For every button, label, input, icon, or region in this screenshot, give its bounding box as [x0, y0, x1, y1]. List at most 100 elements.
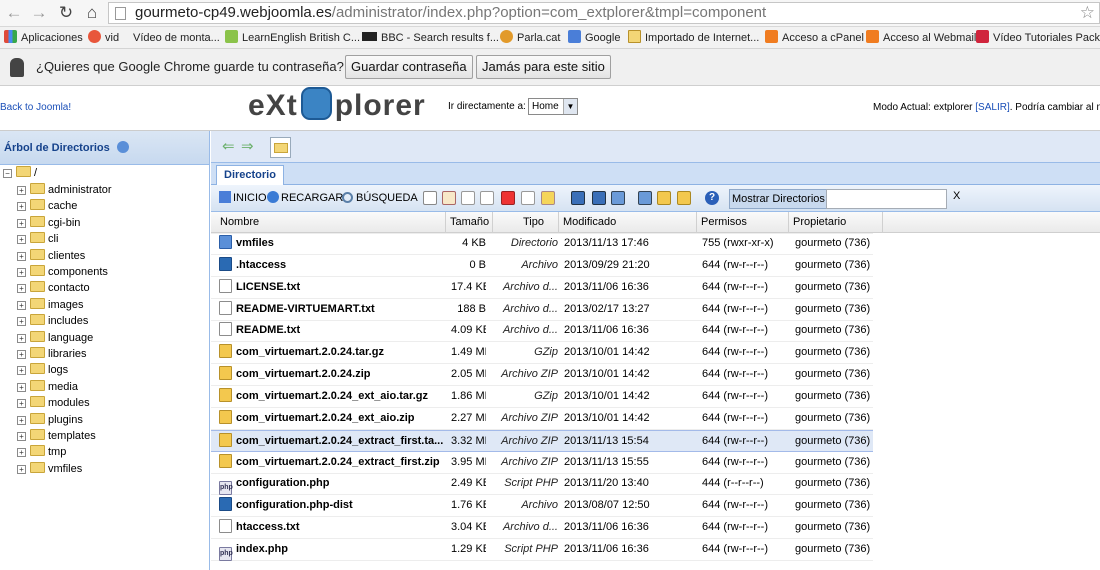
- expand-icon[interactable]: +: [17, 218, 26, 228]
- address-bar[interactable]: gourmeto-cp49.webjoomla.es/administrator…: [108, 2, 1100, 24]
- table-row[interactable]: configuration.php-dist 1.76 KB Archivo 2013…: [211, 495, 873, 518]
- expand-icon[interactable]: +: [17, 350, 26, 359]
- chmod-icon[interactable]: [541, 191, 555, 205]
- extract-icon[interactable]: [677, 191, 691, 205]
- edit-icon[interactable]: [442, 191, 456, 205]
- expand-icon[interactable]: +: [17, 284, 26, 294]
- upload-icon[interactable]: [638, 191, 652, 205]
- file-name[interactable]: LICENSE.txt: [236, 281, 300, 293]
- bookmark-google[interactable]: Google: [568, 30, 620, 46]
- file-name[interactable]: .htaccess: [236, 259, 286, 271]
- file-name[interactable]: vmfiles: [236, 237, 274, 249]
- refresh-tree-icon[interactable]: [116, 141, 129, 153]
- bookmark-learnenglish[interactable]: LearnEnglish British C...: [225, 30, 360, 46]
- file-name[interactable]: index.php: [236, 543, 288, 555]
- tree-folder[interactable]: + templates: [17, 428, 96, 444]
- table-row[interactable]: .htaccess 0 B Archivo 2013/09/29 21:20 644 (…: [211, 255, 873, 277]
- never-save-button[interactable]: Jamás para este sitio: [476, 55, 611, 79]
- table-row[interactable]: com_virtuemart.2.0.24.tar.gz 1.49 MB GZip 2…: [211, 342, 873, 365]
- column-size[interactable]: Tamaño: [446, 212, 493, 233]
- search-button[interactable]: BÚSQUEDA: [342, 190, 418, 207]
- tree-folder[interactable]: + includes: [17, 313, 88, 329]
- file-name[interactable]: com_virtuemart.2.0.24_extract_first.zip: [236, 456, 440, 468]
- bookmark-cpanel[interactable]: Acceso a cPanel: [765, 30, 864, 46]
- star-icon[interactable]: ☆: [1080, 3, 1095, 23]
- table-row[interactable]: phpindex.php 1.29 KB Script PHP 2013/11/06 …: [211, 539, 873, 561]
- tree-folder[interactable]: + cgi-bin: [17, 215, 80, 231]
- expand-icon[interactable]: +: [17, 415, 26, 425]
- view-icon[interactable]: [571, 191, 585, 205]
- expand-icon[interactable]: +: [17, 432, 26, 441]
- tree-folder[interactable]: + vmfiles: [17, 461, 82, 477]
- tree-root[interactable]: − /: [3, 165, 37, 181]
- help-icon[interactable]: ?: [705, 191, 719, 205]
- home-icon[interactable]: ⌂: [83, 4, 101, 22]
- bookmark-tutoriales[interactable]: Vídeo Tutoriales Pack ...: [976, 30, 1100, 46]
- bookmark-vid[interactable]: vid: [88, 30, 119, 46]
- bookmark-parla[interactable]: Parla.cat: [500, 30, 560, 46]
- forward-icon[interactable]: ⇒: [241, 139, 254, 154]
- reload-icon[interactable]: ↻: [57, 4, 75, 22]
- tree-folder[interactable]: + language: [17, 330, 93, 346]
- file-name[interactable]: README-VIRTUEMART.txt: [236, 303, 375, 315]
- tree-folder[interactable]: + modules: [17, 395, 90, 411]
- download-icon[interactable]: [611, 191, 625, 205]
- tree-folder[interactable]: + clientes: [17, 248, 85, 264]
- tree-folder[interactable]: + images: [17, 297, 83, 313]
- back-to-joomla-link[interactable]: Back to Joomla!: [0, 102, 71, 113]
- table-row-selected[interactable]: com_virtuemart.2.0.24_extract_first.ta..…: [211, 429, 873, 452]
- table-row[interactable]: LICENSE.txt 17.4 KB Archivo d... 2013/11/06…: [211, 277, 873, 299]
- tree-folder[interactable]: + cache: [17, 198, 77, 214]
- copy-icon[interactable]: [461, 191, 475, 205]
- file-name[interactable]: configuration.php: [236, 477, 329, 489]
- archive-icon[interactable]: [657, 191, 671, 205]
- filter-clear-button[interactable]: X: [953, 190, 960, 202]
- back-icon[interactable]: ⇐: [222, 139, 235, 154]
- file-name[interactable]: com_virtuemart.2.0.24.tar.gz: [236, 346, 384, 358]
- column-owner[interactable]: Propietario: [789, 212, 883, 233]
- table-row[interactable]: htaccess.txt 3.04 KB Archivo d... 2013/11/0…: [211, 517, 873, 540]
- expand-icon[interactable]: +: [17, 464, 26, 474]
- expand-icon[interactable]: +: [17, 235, 26, 245]
- bookmark-video-montaje[interactable]: Vídeo de monta...: [133, 30, 220, 46]
- goto-select[interactable]: Home ▼: [528, 98, 578, 115]
- table-row[interactable]: com_virtuemart.2.0.24_ext_aio.tar.gz 1.86…: [211, 386, 873, 408]
- bookmark-importado[interactable]: Importado de Internet...: [628, 30, 759, 46]
- logout-link[interactable]: [SALIR]: [975, 102, 1009, 113]
- expand-icon[interactable]: +: [17, 399, 26, 409]
- home-button[interactable]: INICIO: [219, 190, 267, 207]
- table-row[interactable]: README.txt 4.09 KB Archivo d... 2013/11/06 …: [211, 320, 873, 343]
- file-name[interactable]: com_virtuemart.2.0.24_extract_first.ta..…: [236, 435, 443, 447]
- table-row[interactable]: com_virtuemart.2.0.24.zip 2.05 MB Archivo …: [211, 364, 873, 387]
- expand-icon[interactable]: +: [17, 382, 26, 392]
- expand-icon[interactable]: +: [17, 333, 26, 343]
- tree-folder[interactable]: + plugins: [17, 412, 83, 428]
- current-folder-box[interactable]: [270, 137, 291, 158]
- tree-folder[interactable]: + logs: [17, 362, 68, 378]
- new-file-icon[interactable]: [423, 191, 437, 205]
- rename-icon[interactable]: [521, 191, 535, 205]
- move-icon[interactable]: [480, 191, 494, 205]
- tree-folder[interactable]: + components: [17, 264, 108, 280]
- column-name[interactable]: Nombre: [216, 212, 446, 233]
- tree-folder[interactable]: + tmp: [17, 444, 66, 460]
- show-directories-button[interactable]: Mostrar Directorios: [729, 189, 828, 209]
- tree-folder[interactable]: + administrator: [17, 182, 112, 198]
- file-name[interactable]: configuration.php-dist: [236, 499, 353, 511]
- expand-icon[interactable]: +: [17, 300, 26, 310]
- table-row[interactable]: phpconfiguration.php 2.49 KB Script PHP 201…: [211, 473, 873, 496]
- bookmark-webmail[interactable]: Acceso al Webmail: [866, 30, 976, 46]
- bookmark-apps[interactable]: Aplicaciones: [4, 30, 83, 46]
- tree-folder[interactable]: + contacto: [17, 280, 90, 296]
- column-permissions[interactable]: Permisos: [697, 212, 789, 233]
- file-name[interactable]: README.txt: [236, 324, 300, 336]
- collapse-icon[interactable]: −: [3, 169, 12, 178]
- file-name[interactable]: com_virtuemart.2.0.24.zip: [236, 368, 371, 380]
- table-row[interactable]: com_virtuemart.2.0.24_ext_aio.zip 2.27 MB…: [211, 408, 873, 430]
- expand-icon[interactable]: +: [17, 317, 26, 327]
- tree-folder[interactable]: + libraries: [17, 346, 87, 362]
- bookmark-bbc[interactable]: BBC - Search results f...: [362, 30, 499, 46]
- file-name[interactable]: com_virtuemart.2.0.24_ext_aio.zip: [236, 412, 415, 424]
- expand-icon[interactable]: +: [17, 202, 26, 212]
- expand-icon[interactable]: +: [17, 251, 26, 261]
